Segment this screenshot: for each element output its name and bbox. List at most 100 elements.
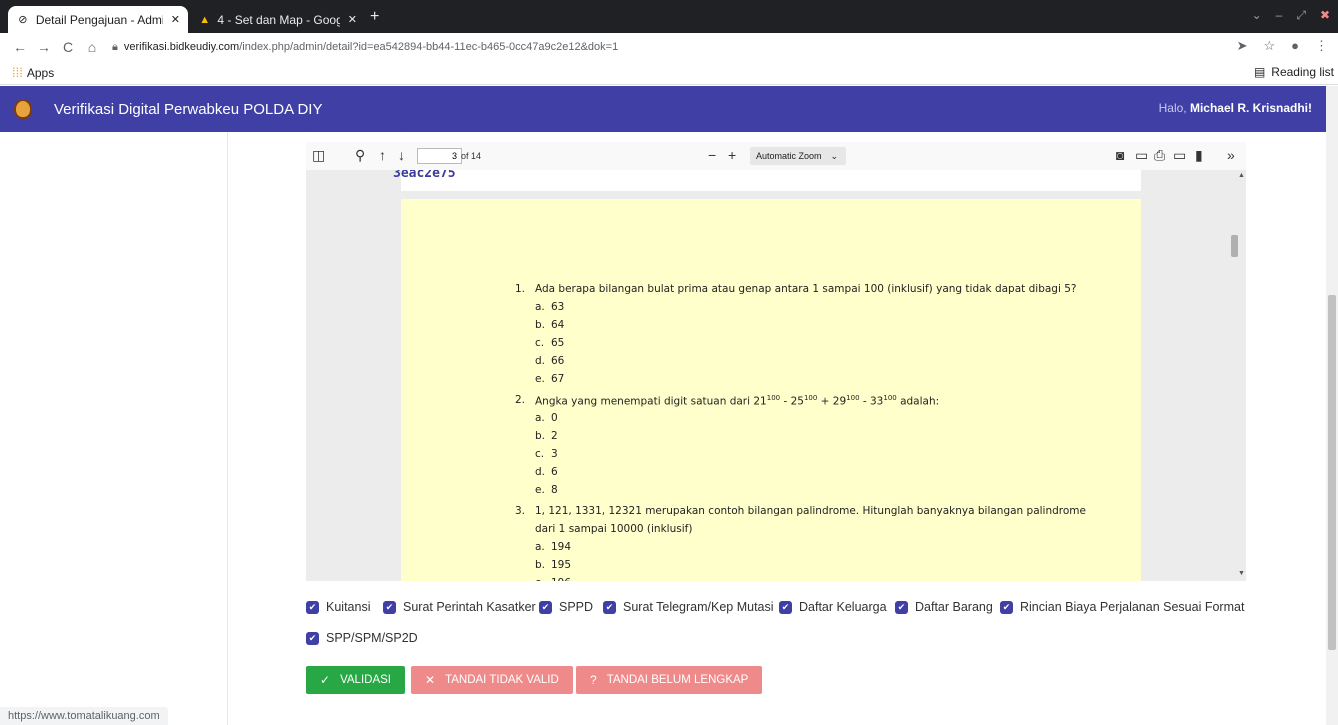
question-number: 2. — [515, 394, 526, 406]
zoom-in-icon[interactable]: + — [728, 147, 736, 163]
checkbox-kuitansi[interactable]: ✔ Kuitansi — [306, 600, 370, 614]
close-tab-icon[interactable]: ✕ — [171, 13, 180, 26]
back-icon[interactable]: ← — [8, 39, 32, 55]
checkbox-surat-perintah[interactable]: ✔ Surat Perintah Kasatker — [383, 600, 536, 614]
forward-icon[interactable]: → — [32, 39, 56, 55]
browser-toolbar: ← → C ⌂ 🔒︎ verifikasi.bidkeudiy.com/inde… — [0, 33, 1338, 61]
user-name[interactable]: Michael R. Krisnadhi! — [1190, 101, 1312, 115]
check-icon: ✔ — [1000, 600, 1013, 614]
mark-incomplete-button[interactable]: ? TANDAI BELUM LENGKAP — [576, 666, 763, 694]
option: c.196 — [535, 577, 571, 581]
greeting-text: Halo, — [1158, 101, 1187, 115]
prev-page-text: 3eac2e75 — [393, 170, 456, 181]
browser-tab-strip: ⊘ Detail Pengajuan - Admi ✕ ▲ 4 - Set da… — [0, 0, 1338, 33]
mark-invalid-button[interactable]: ✕ TANDAI TIDAK VALID — [411, 666, 573, 694]
check-icon: ✔ — [539, 600, 552, 614]
checkbox-daftar-keluarga[interactable]: ✔ Daftar Keluarga — [779, 600, 887, 614]
tab-google-drive[interactable]: ▲ 4 - Set dan Map - Googl ✕ — [190, 6, 365, 33]
option: c. 3 — [535, 448, 558, 460]
open-file-icon[interactable]: ▭ — [1135, 147, 1148, 164]
option: b. 195 — [535, 559, 572, 571]
menu-icon[interactable]: ⋮ — [1315, 38, 1328, 54]
checkbox-surat-telegram[interactable]: ✔ Surat Telegram/Kep Mutasi — [603, 600, 774, 614]
option: d. 66 — [535, 355, 565, 367]
check-icon: ✔ — [306, 600, 319, 614]
check-icon: ✔ — [383, 600, 396, 614]
option: e. 8 — [535, 484, 558, 496]
question-icon: ? — [590, 673, 597, 687]
checkbox-rincian-biaya[interactable]: ✔ Rincian Biaya Perjalanan Sesuai Format — [1000, 600, 1244, 614]
close-tab-icon[interactable]: ✕ — [348, 13, 357, 26]
checkbox-sppd[interactable]: ✔ SPPD — [539, 600, 593, 614]
sidebar-toggle-icon[interactable]: ◫ — [312, 147, 325, 164]
check-icon: ✔ — [779, 600, 792, 614]
bookmark-icon[interactable]: ▮ — [1195, 147, 1203, 164]
option: c. 65 — [535, 337, 565, 349]
option: e. 67 — [535, 373, 565, 385]
print-icon[interactable]: ⎙ — [1154, 147, 1165, 164]
validate-button[interactable]: ✓ VALIDASI — [306, 666, 405, 694]
check-icon: ✔ — [306, 631, 319, 645]
zoom-value: Automatic Zoom — [756, 151, 822, 161]
lock-icon: 🔒︎ — [112, 40, 118, 53]
tab-title: Detail Pengajuan - Admi — [35, 12, 163, 27]
previous-page-fragment: 3eac2e75 — [393, 170, 1141, 191]
page-scrollbar-thumb[interactable] — [1328, 295, 1336, 650]
tab-search-icon[interactable]: ⌄ — [1252, 8, 1262, 23]
next-page-icon[interactable]: ↓ — [398, 147, 405, 163]
page-count: of 14 — [461, 151, 482, 161]
previous-page-icon[interactable]: ↑ — [379, 147, 386, 163]
close-window-icon[interactable]: ✖ — [1320, 8, 1330, 23]
presentation-mode-icon[interactable]: ◙ — [1116, 147, 1124, 163]
option: b. 2 — [535, 430, 558, 442]
url-host: verifikasi.bidkeudiy.com — [123, 41, 240, 53]
reload-icon[interactable]: C — [56, 39, 80, 55]
scroll-down-icon[interactable]: ▼ — [1238, 570, 1245, 577]
apps-bookmark[interactable]: ⁞⁞⁞ Apps — [12, 65, 54, 80]
zoom-select[interactable]: Automatic Zoom ⌄ — [750, 147, 846, 165]
page-number-input[interactable]: 3 — [417, 148, 462, 164]
home-icon[interactable]: ⌂ — [80, 39, 104, 55]
address-bar[interactable]: 🔒︎ verifikasi.bidkeudiy.com/index.php/ad… — [112, 41, 618, 54]
sidebar — [0, 132, 228, 725]
window-controls: ⌄ – ⤢ ✖ — [1252, 8, 1330, 23]
option: a. 194 — [535, 541, 572, 553]
url-path: /index.php/admin/detail?id=ea542894-bb44… — [239, 41, 619, 53]
question-text: Ada berapa bilangan bulat prima atau gen… — [535, 283, 1077, 295]
minimize-icon[interactable]: – — [1276, 8, 1283, 23]
profile-icon[interactable]: ● — [1291, 38, 1299, 54]
reading-list[interactable]: ▤ Reading list — [1254, 65, 1334, 79]
checkbox-daftar-barang[interactable]: ✔ Daftar Barang — [895, 600, 993, 614]
app-header: Verifikasi Digital Perwabkeu POLDA DIY H… — [0, 86, 1326, 132]
check-icon: ✔ — [895, 600, 908, 614]
scroll-up-icon[interactable]: ▲ — [1238, 172, 1245, 179]
zoom-out-icon[interactable]: − — [708, 147, 716, 163]
app-title: Verifikasi Digital Perwabkeu POLDA DIY — [54, 100, 323, 118]
new-tab-button[interactable]: + — [370, 8, 379, 26]
star-icon[interactable]: ☆ — [1263, 38, 1275, 54]
checkbox-spp-spm-sp2d[interactable]: ✔ SPP/SPM/SP2D — [306, 631, 418, 645]
reading-list-icon: ▤ — [1253, 65, 1266, 79]
check-icon: ✔ — [603, 600, 616, 614]
apps-label: Apps — [26, 65, 55, 80]
question-number: 3. — [515, 505, 526, 517]
pdf-scrollbar-thumb[interactable] — [1231, 235, 1238, 257]
maximize-icon[interactable]: ⤢ — [1296, 8, 1306, 23]
option: a. 63 — [535, 301, 565, 313]
send-icon[interactable]: ➤ — [1237, 38, 1248, 54]
close-icon: ✕ — [425, 673, 436, 687]
pdf-viewer[interactable]: 3eac2e75 1. Ada berapa bilangan bulat pr… — [306, 170, 1246, 581]
option: a. 0 — [535, 412, 558, 424]
apps-grid-icon: ⁞⁞⁞ — [12, 65, 23, 80]
download-icon[interactable]: ▭ — [1173, 147, 1186, 164]
document-tab-indicator[interactable] — [306, 126, 408, 132]
tab-detail-pengajuan[interactable]: ⊘ Detail Pengajuan - Admi ✕ — [8, 6, 188, 33]
question-text: Angka yang menempati digit satuan dari 2… — [535, 394, 940, 408]
user-greeting: Halo, Michael R. Krisnadhi! — [1159, 101, 1312, 115]
check-icon: ✓ — [320, 673, 331, 687]
tab-title: 4 - Set dan Map - Googl — [217, 12, 340, 27]
globe-icon: ⊘ — [18, 14, 28, 26]
more-tools-icon[interactable]: » — [1227, 147, 1235, 163]
question-text: 1, 121, 1331, 12321 merupakan contoh bil… — [535, 505, 1086, 517]
search-icon[interactable]: ⚲ — [355, 147, 365, 164]
